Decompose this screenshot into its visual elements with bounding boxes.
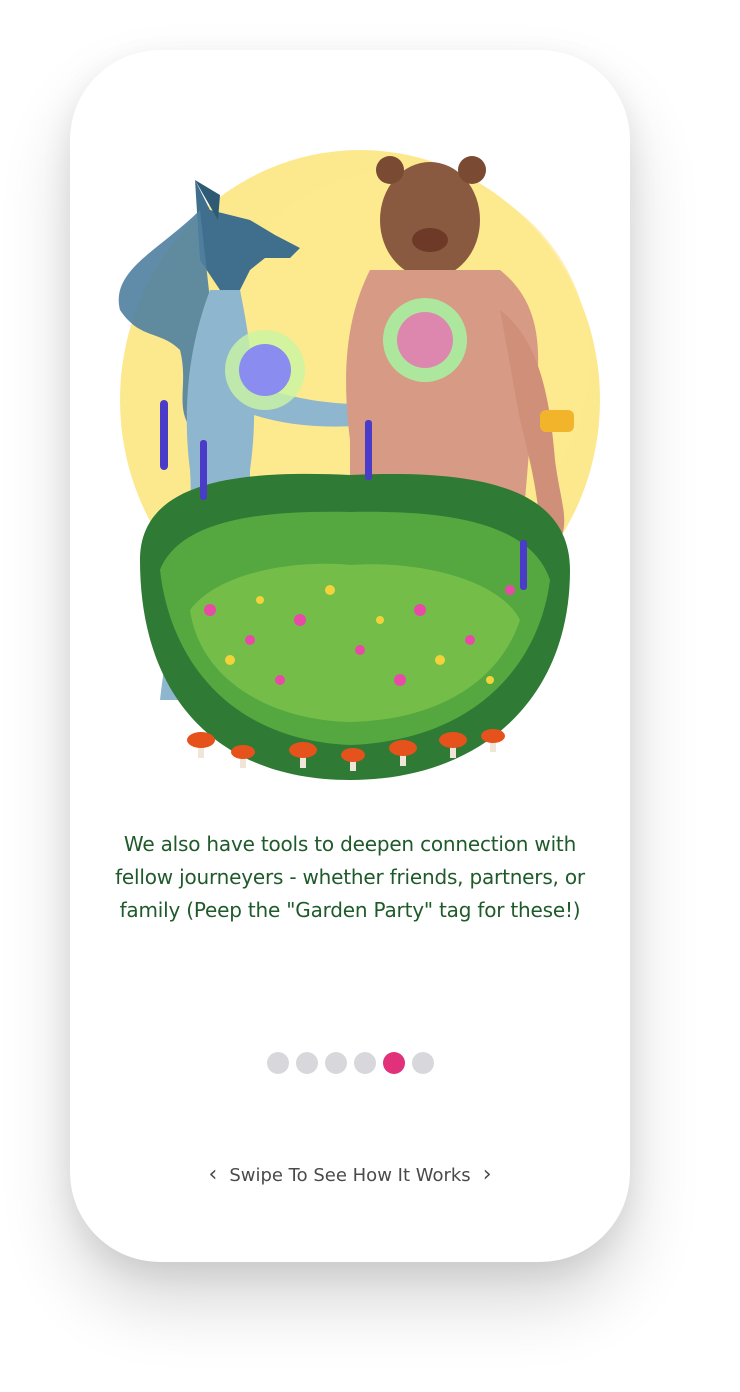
garden-party-illustration	[100, 140, 600, 780]
pager-dot[interactable]	[411, 1052, 434, 1074]
onboarding-caption: We also have tools to deepen connection …	[115, 832, 585, 922]
pager-dot-active[interactable]	[382, 1052, 405, 1074]
pager-dots[interactable]	[70, 1052, 630, 1074]
chevron-left-icon[interactable]: ‹	[209, 1164, 218, 1186]
onboarding-card: We also have tools to deepen connection …	[70, 50, 630, 1262]
pager-dot[interactable]	[266, 1052, 289, 1074]
swipe-hint-label: Swipe To See How It Works	[229, 1164, 471, 1186]
swipe-hint[interactable]: ‹ Swipe To See How It Works ›	[70, 1164, 630, 1186]
pager-dot[interactable]	[295, 1052, 318, 1074]
pager-dot[interactable]	[324, 1052, 347, 1074]
pager-dot[interactable]	[353, 1052, 376, 1074]
chevron-right-icon[interactable]: ›	[483, 1164, 492, 1186]
